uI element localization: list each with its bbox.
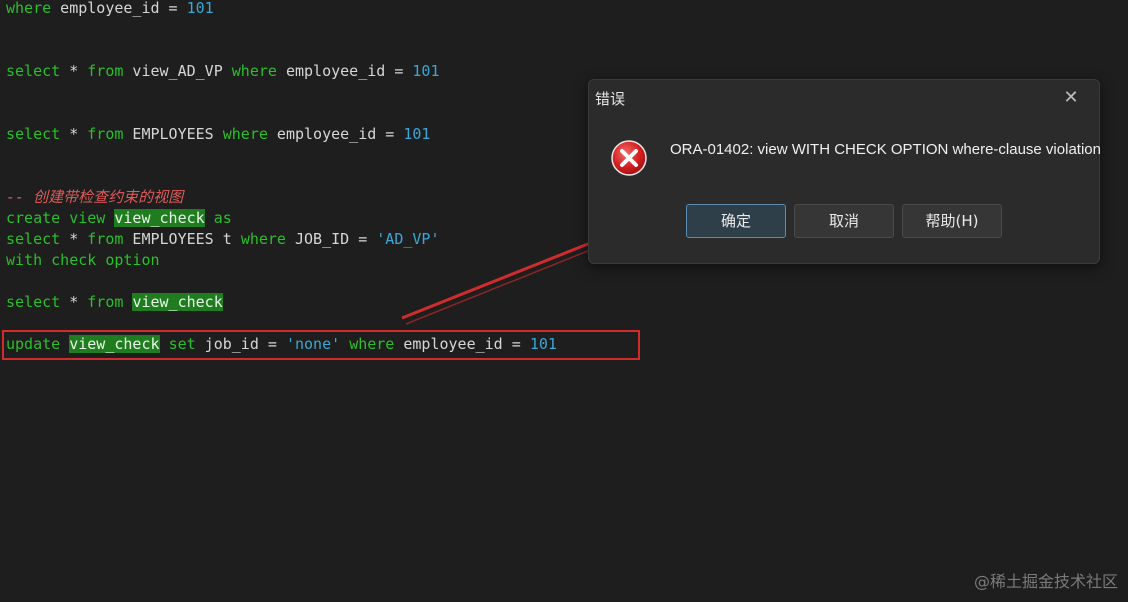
keyword-view: view: [69, 209, 106, 227]
keyword-select: select: [6, 230, 61, 248]
code-text: *: [60, 62, 88, 80]
keyword-where: where: [222, 125, 268, 143]
code-text: view_AD_VP: [123, 62, 232, 80]
string-literal: 'AD_VP': [376, 230, 440, 248]
keyword-where: where: [6, 0, 52, 17]
help-button[interactable]: 帮助(H): [902, 204, 1002, 238]
code-text: employee_id =: [267, 125, 404, 143]
keyword-as: as: [213, 209, 232, 227]
keyword-from: from: [87, 230, 124, 248]
code-text: *: [60, 230, 88, 248]
highlighted-identifier: view_check: [132, 293, 223, 311]
code-text: EMPLOYEES t: [123, 230, 241, 248]
code-text: JOB_ID =: [285, 230, 377, 248]
watermark: @稀土掘金技术社区: [973, 572, 1118, 591]
keyword-from: from: [87, 125, 124, 143]
keyword-create: create: [6, 209, 61, 227]
number-literal: 101: [403, 125, 431, 143]
keyword-with: with: [6, 251, 43, 269]
keyword-select: select: [6, 125, 61, 143]
code-line-select-view-ad-vp[interactable]: select * from view_AD_VP where employee_…: [6, 61, 440, 81]
number-literal: 101: [412, 62, 440, 80]
code-line-select-employees[interactable]: select * from EMPLOYEES where employee_i…: [6, 124, 430, 144]
keyword-where: where: [231, 62, 277, 80]
code-text: *: [60, 125, 88, 143]
code-line-select-view-check[interactable]: select * from view_check: [6, 292, 223, 312]
code-text: employee_id =: [51, 0, 187, 17]
keyword-where: where: [240, 230, 286, 248]
error-dialog: 错误 ✕ ORA-01402: view WITH CHECK OPTION w…: [588, 79, 1101, 264]
annotation-highlight-box: [2, 330, 640, 360]
keyword-check: check: [51, 251, 97, 269]
number-literal: 101: [186, 0, 214, 17]
error-message: ORA-01402: view WITH CHECK OPTION where-…: [670, 141, 1101, 158]
code-line-with-check-option[interactable]: with check option: [6, 250, 160, 270]
keyword-select: select: [6, 293, 61, 311]
keyword-select: select: [6, 62, 61, 80]
code-text: employee_id =: [276, 62, 413, 80]
code-line-select-job-id[interactable]: select * from EMPLOYEES t where JOB_ID =…: [6, 229, 440, 249]
cancel-button[interactable]: 取消: [794, 204, 894, 238]
dialog-title: 错误: [595, 90, 626, 108]
keyword-from: from: [87, 293, 124, 311]
ok-button[interactable]: 确定: [686, 204, 786, 238]
keyword-option: option: [105, 251, 160, 269]
error-icon: [611, 140, 647, 176]
code-text: EMPLOYEES: [123, 125, 223, 143]
code-line-create-view[interactable]: create view view_check as: [6, 208, 232, 228]
highlighted-identifier: view_check: [114, 209, 205, 227]
code-line-where-employee[interactable]: where employee_id = 101: [6, 0, 214, 18]
keyword-from: from: [87, 62, 124, 80]
code-text: *: [60, 293, 88, 311]
code-comment[interactable]: -- 创建带检查约束的视图: [6, 187, 183, 207]
close-icon[interactable]: ✕: [1061, 88, 1081, 108]
